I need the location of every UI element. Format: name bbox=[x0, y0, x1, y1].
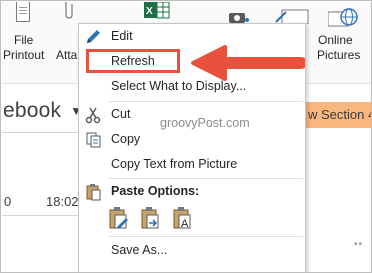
menu-item-label: Cut bbox=[111, 107, 131, 121]
menu-item-label: Copy bbox=[111, 132, 141, 146]
attach-file-button[interactable]: Atta bbox=[54, 2, 80, 78]
notebook-label: ebook bbox=[3, 99, 62, 122]
online-pictures-button[interactable]: Online Pictures bbox=[316, 2, 371, 78]
menu-item-paste-options: Paste Options: bbox=[79, 181, 305, 203]
scissors-icon bbox=[85, 107, 101, 124]
menu-item-label: Edit bbox=[111, 29, 133, 43]
menu-separator bbox=[109, 101, 303, 102]
timestamp: 18:02 bbox=[46, 194, 79, 209]
svg-text:A: A bbox=[181, 218, 189, 230]
excel-icon: X bbox=[144, 1, 170, 19]
paste-text-only-icon[interactable]: A bbox=[171, 206, 195, 232]
section-tab-label: w Section 4 bbox=[308, 107, 372, 122]
divider bbox=[2, 132, 87, 133]
paste-options-row: A bbox=[107, 206, 207, 234]
section-tab[interactable]: w Section 4 bbox=[301, 102, 372, 128]
menu-item-label: Paste Options: bbox=[111, 184, 200, 198]
screen-clipping-icon[interactable] bbox=[274, 8, 310, 24]
document-icon bbox=[16, 2, 30, 22]
resize-grip-icon[interactable]: •• bbox=[354, 239, 363, 250]
menu-separator bbox=[109, 178, 303, 179]
attach-label: Atta bbox=[56, 48, 78, 62]
menu-item-label: Refresh bbox=[111, 54, 155, 68]
paperclip-icon bbox=[65, 2, 73, 19]
menu-item-copy[interactable]: Copy bbox=[79, 129, 305, 151]
timestamp-left: 0 bbox=[4, 194, 12, 209]
notebook-dropdown[interactable]: ebook ▼ bbox=[3, 99, 82, 123]
clipboard-icon bbox=[86, 184, 101, 201]
camera-icon[interactable] bbox=[228, 10, 250, 24]
svg-text:X: X bbox=[146, 6, 153, 17]
file-label-line2: Printout bbox=[3, 48, 45, 62]
menu-item-label: Copy Text from Picture bbox=[111, 157, 238, 171]
arrow-annotation-icon bbox=[191, 45, 305, 81]
copy-icon bbox=[86, 132, 101, 148]
globe-picture-icon bbox=[328, 8, 358, 27]
online-label-line1: Online bbox=[318, 33, 353, 47]
menu-item-label: Save As... bbox=[111, 243, 168, 257]
divider bbox=[2, 215, 87, 216]
menu-item-copy-text-from-picture[interactable]: Copy Text from Picture bbox=[79, 154, 305, 176]
spreadsheet-button[interactable]: X bbox=[144, 1, 174, 24]
paste-keep-formatting-icon[interactable] bbox=[107, 206, 131, 232]
file-label-line1: File bbox=[14, 33, 34, 47]
pencil-icon bbox=[87, 30, 100, 43]
paste-merge-formatting-icon[interactable] bbox=[139, 206, 163, 232]
menu-item-save-as[interactable]: Save As... bbox=[79, 240, 305, 262]
watermark: groovyPost.com bbox=[160, 116, 250, 130]
menu-separator bbox=[109, 236, 303, 237]
online-label-line2: Pictures bbox=[317, 48, 361, 62]
file-printout-button[interactable]: File Printout bbox=[2, 2, 44, 78]
app-window: File Printout Atta X Online Pictures ebo… bbox=[0, 0, 372, 273]
